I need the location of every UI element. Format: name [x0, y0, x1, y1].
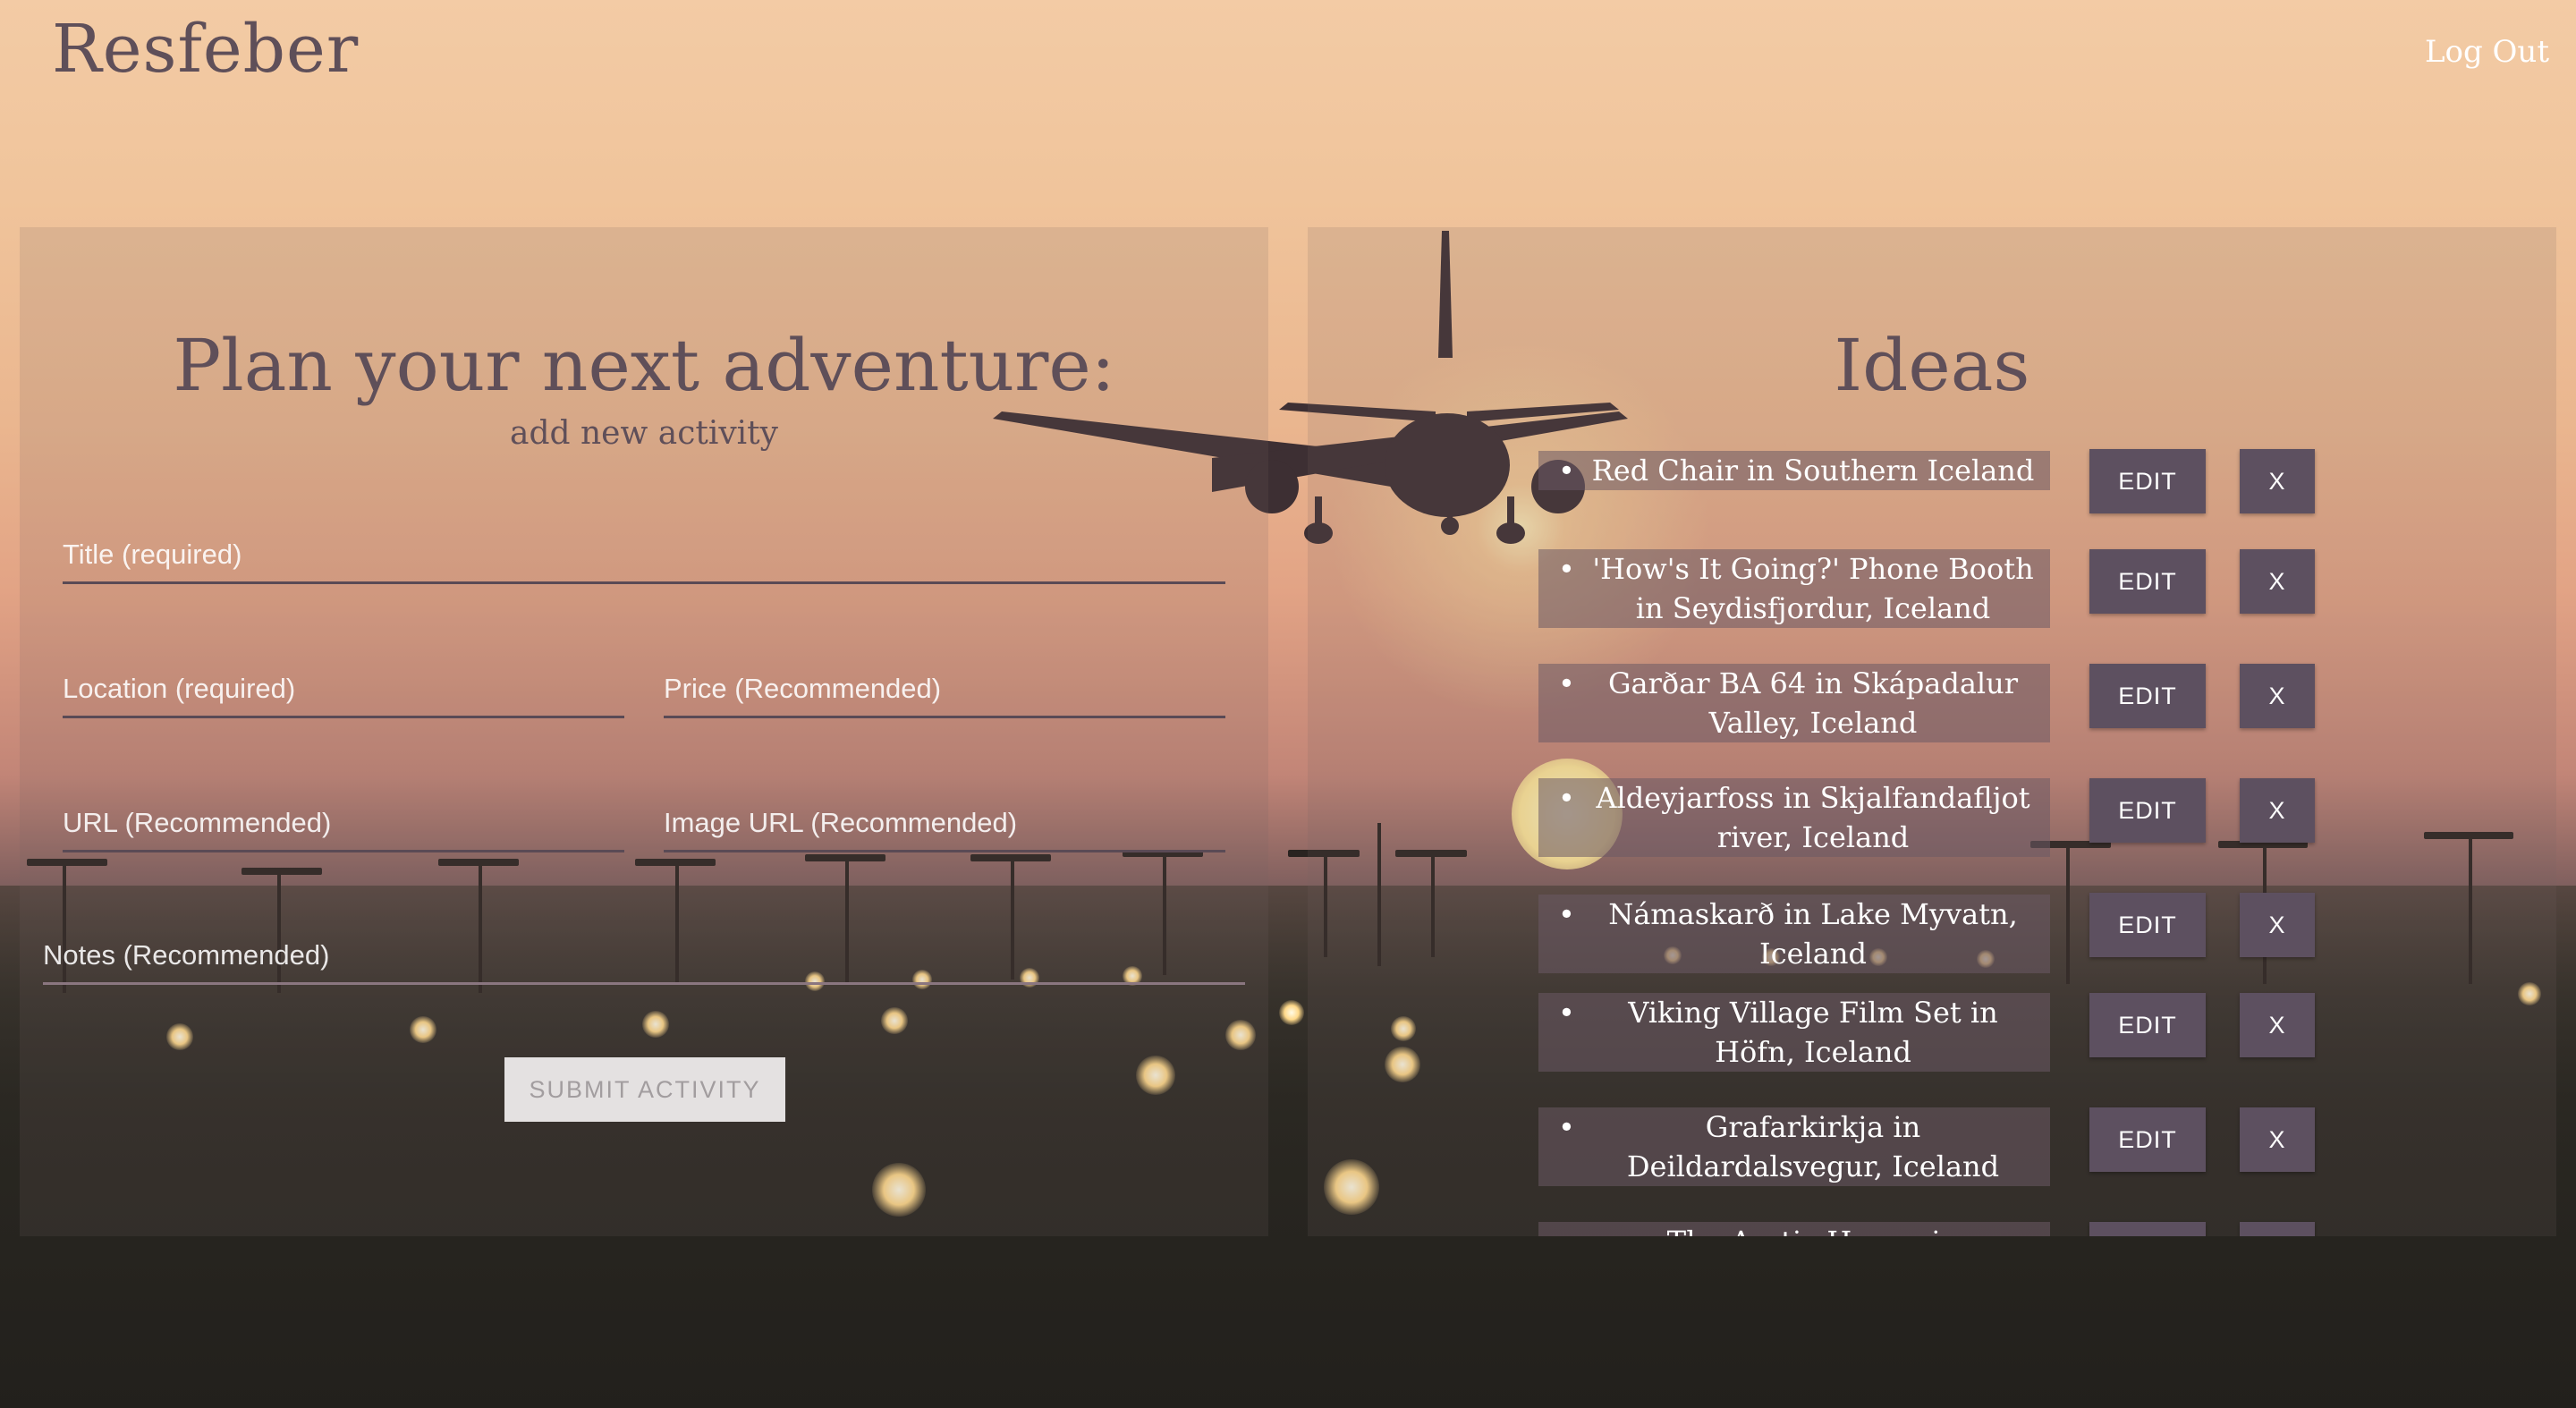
url-field — [63, 796, 624, 852]
notes-field — [43, 929, 1245, 985]
submit-activity-button[interactable]: SUBMIT ACTIVITY — [504, 1057, 785, 1122]
delete-button[interactable]: X — [2240, 1222, 2315, 1236]
idea-title: Aldeyjarfoss in Skjalfandafljot river, I… — [1538, 778, 2050, 857]
add-activity-panel: Plan your next adventure: add new activi… — [20, 227, 1268, 1236]
notes-input[interactable] — [43, 929, 1245, 982]
idea-title: Red Chair in Southern Iceland — [1538, 451, 2050, 490]
form-subtitle: add new activity — [509, 415, 778, 452]
edit-button[interactable]: EDIT — [2089, 778, 2206, 843]
location-input[interactable] — [63, 662, 624, 716]
location-field — [63, 662, 624, 718]
delete-button[interactable]: X — [2240, 1107, 2315, 1172]
title-input[interactable] — [63, 528, 1225, 581]
edit-button[interactable]: EDIT — [2089, 449, 2206, 513]
app-logo[interactable]: Resfeber — [52, 11, 359, 88]
edit-button[interactable]: EDIT — [2089, 1107, 2206, 1172]
image-url-field — [664, 796, 1225, 852]
ideas-title: Ideas — [1834, 324, 2030, 407]
form-title: Plan your next adventure: — [173, 324, 1115, 407]
title-field — [63, 528, 1225, 584]
idea-title: 'How's It Going?' Phone Booth in Seydisf… — [1538, 549, 2050, 628]
delete-button[interactable]: X — [2240, 664, 2315, 728]
idea-title: The Arctic Henge in Raufarhöfn — [1538, 1222, 2050, 1236]
delete-button[interactable]: X — [2240, 549, 2315, 614]
delete-button[interactable]: X — [2240, 993, 2315, 1057]
idea-title: Garðar BA 64 in Skápadalur Valley, Icela… — [1538, 664, 2050, 742]
edit-button[interactable]: EDIT — [2089, 893, 2206, 957]
delete-button[interactable]: X — [2240, 449, 2315, 513]
idea-title: Námaskarð in Lake Myvatn, Iceland — [1538, 895, 2050, 973]
price-field — [664, 662, 1225, 718]
edit-button[interactable]: EDIT — [2089, 1222, 2206, 1236]
edit-button[interactable]: EDIT — [2089, 993, 2206, 1057]
edit-button[interactable]: EDIT — [2089, 549, 2206, 614]
edit-button[interactable]: EDIT — [2089, 664, 2206, 728]
delete-button[interactable]: X — [2240, 778, 2315, 843]
logout-link[interactable]: Log Out — [2425, 34, 2549, 70]
price-input[interactable] — [664, 662, 1225, 716]
url-input[interactable] — [63, 796, 624, 850]
delete-button[interactable]: X — [2240, 893, 2315, 957]
runway-light — [1279, 1000, 1304, 1025]
ideas-panel: Ideas Red Chair in Southern Iceland EDIT… — [1308, 227, 2556, 1236]
idea-title: Viking Village Film Set in Höfn, Iceland — [1538, 993, 2050, 1072]
idea-title: Grafarkirkja in Deildardalsvegur, Icelan… — [1538, 1107, 2050, 1186]
image-url-input[interactable] — [664, 796, 1225, 850]
